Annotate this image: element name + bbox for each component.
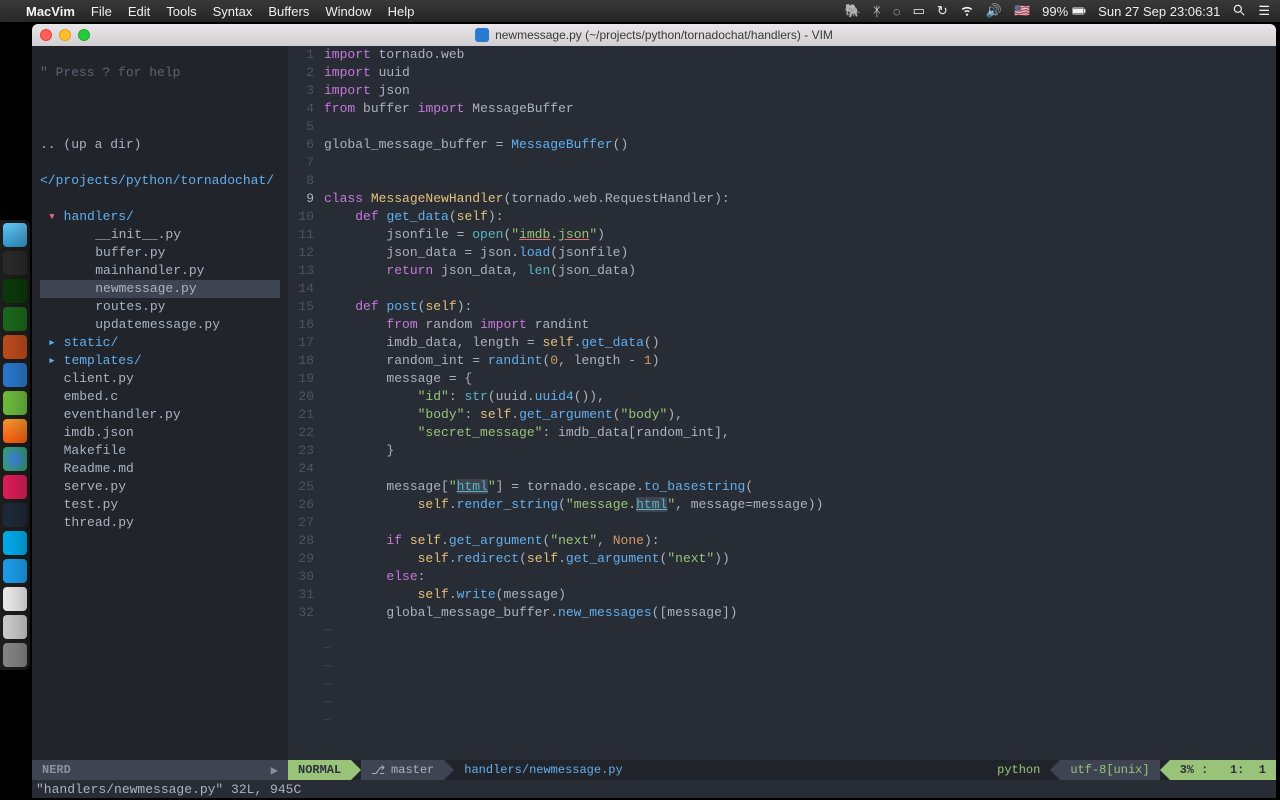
tree-file[interactable]: test.py	[40, 496, 280, 514]
display-icon[interactable]: ▭	[913, 3, 925, 19]
tree-file[interactable]: Makefile	[40, 442, 280, 460]
chrome-icon[interactable]	[3, 447, 27, 471]
tree-file[interactable]: thread.py	[40, 514, 280, 532]
firefox-icon[interactable]	[3, 419, 27, 443]
tree-file[interactable]: client.py	[40, 370, 280, 388]
battery-status[interactable]: 99%	[1042, 4, 1086, 19]
tree-folder[interactable]: ▸ static/	[40, 334, 280, 352]
twitter-icon[interactable]	[3, 559, 27, 583]
evernote-icon[interactable]: 🐘	[845, 3, 861, 19]
tree-file[interactable]: embed.c	[40, 388, 280, 406]
tree-file[interactable]: Readme.md	[40, 460, 280, 478]
clock-app-icon[interactable]	[3, 251, 27, 275]
maximize-icon[interactable]	[78, 29, 90, 41]
macvim-window: newmessage.py (~/projects/python/tornado…	[32, 24, 1276, 798]
menu-file[interactable]: File	[91, 4, 112, 19]
status-encoding: utf-8[unix]	[1060, 760, 1159, 780]
slack-icon[interactable]	[3, 475, 27, 499]
editor-split: " Press ? for help .. (up a dir) </proje…	[32, 46, 1276, 760]
tree-file[interactable]: __init__.py	[40, 226, 280, 244]
status-mode: NORMAL	[288, 760, 351, 780]
timemachine-icon[interactable]: ↻	[937, 3, 948, 19]
menu-window[interactable]: Window	[325, 4, 371, 19]
tree-file[interactable]: imdb.json	[40, 424, 280, 442]
minimize-icon[interactable]	[59, 29, 71, 41]
nerdtree-updir[interactable]: .. (up a dir)	[40, 136, 280, 154]
trash-icon[interactable]	[3, 643, 27, 667]
tree-file[interactable]: routes.py	[40, 298, 280, 316]
document-icon[interactable]	[3, 587, 27, 611]
status-branch: ⎇master	[361, 760, 444, 780]
status-filetype: python	[987, 760, 1050, 780]
input-icon[interactable]: 🇺🇸	[1014, 3, 1030, 19]
clock[interactable]: Sun 27 Sep 23:06:31	[1098, 4, 1220, 19]
nerdtree-sidebar[interactable]: " Press ? for help .. (up a dir) </proje…	[32, 46, 288, 760]
close-icon[interactable]	[40, 29, 52, 41]
menu-syntax[interactable]: Syntax	[213, 4, 253, 19]
sourcetree-icon[interactable]	[3, 503, 27, 527]
sublime-icon[interactable]	[3, 335, 27, 359]
xcode-icon[interactable]	[3, 363, 27, 387]
tree-folder[interactable]: ▸ templates/	[40, 352, 280, 370]
window-title: newmessage.py (~/projects/python/tornado…	[475, 28, 833, 42]
app-name[interactable]: MacVim	[26, 4, 75, 19]
menu-tools[interactable]: Tools	[166, 4, 196, 19]
vim-statusline: NERD▶ NORMAL ⎇master handlers/newmessage…	[32, 760, 1276, 780]
python-file-icon	[475, 28, 489, 42]
wifi-icon[interactable]	[960, 3, 974, 20]
spotlight-icon[interactable]	[1232, 3, 1246, 20]
tree-file[interactable]: eventhandler.py	[40, 406, 280, 424]
status-nerd: NERD▶	[32, 760, 288, 780]
volume-icon[interactable]: 🔊	[986, 3, 1002, 19]
messages-icon[interactable]: ◌	[893, 4, 901, 19]
line-number-gutter: 1234567891011121314151617181920212223242…	[288, 46, 324, 760]
macvim-icon[interactable]	[3, 307, 27, 331]
menu-buffers[interactable]: Buffers	[268, 4, 309, 19]
bluetooth-icon[interactable]: ᛡ	[873, 4, 881, 19]
status-position: 3% : 1: 1	[1170, 760, 1276, 780]
tree-file[interactable]: updatemessage.py	[40, 316, 280, 334]
file-icon[interactable]	[3, 615, 27, 639]
tree-folder[interactable]: ▾ handlers/	[40, 208, 280, 226]
macos-dock	[0, 220, 30, 670]
tree-file[interactable]: newmessage.py	[40, 280, 280, 298]
nerdtree-root[interactable]: </projects/python/tornadochat/	[40, 172, 280, 190]
vim-commandline[interactable]: "handlers/newmessage.py" 32L, 945C	[32, 780, 1276, 798]
skype-icon[interactable]	[3, 531, 27, 555]
tree-file[interactable]: mainhandler.py	[40, 262, 280, 280]
window-titlebar[interactable]: newmessage.py (~/projects/python/tornado…	[32, 24, 1276, 46]
code-pane[interactable]: 1234567891011121314151617181920212223242…	[288, 46, 1276, 760]
code-content[interactable]: import tornado.webimport uuidimport json…	[324, 46, 1276, 760]
nerdtree-help: " Press ? for help	[40, 64, 280, 82]
tree-file[interactable]: buffer.py	[40, 244, 280, 262]
terminal-icon[interactable]	[3, 279, 27, 303]
macos-menubar: MacVim File Edit Tools Syntax Buffers Wi…	[0, 0, 1280, 22]
android-icon[interactable]	[3, 391, 27, 415]
finder-icon[interactable]	[3, 223, 27, 247]
status-filepath: handlers/newmessage.py	[454, 760, 632, 780]
menu-edit[interactable]: Edit	[128, 4, 150, 19]
menu-help[interactable]: Help	[388, 4, 415, 19]
notification-icon[interactable]: ☰	[1258, 3, 1270, 19]
tree-file[interactable]: serve.py	[40, 478, 280, 496]
